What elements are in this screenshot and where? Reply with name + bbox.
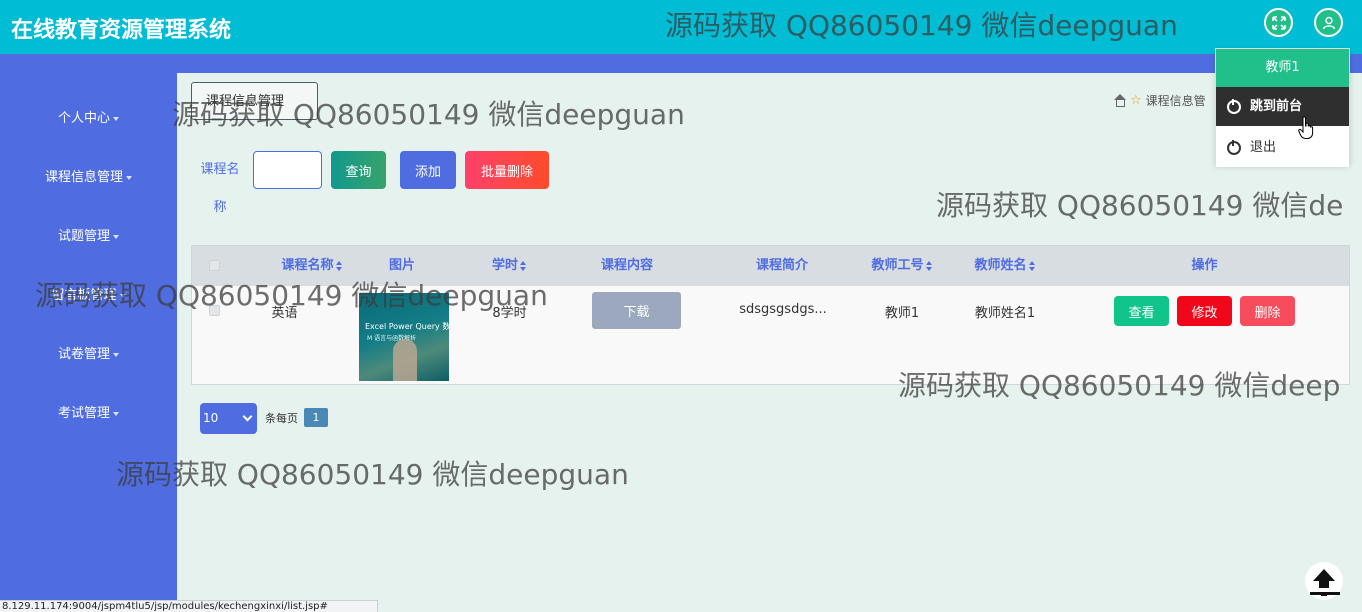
sidebar-item-course-info[interactable]: 课程信息管理 [0, 166, 177, 185]
col-teacher-name[interactable]: 教师姓名 [965, 246, 1045, 286]
breadcrumb: ☆ 课程信息管 [1113, 92, 1206, 109]
sort-icon [925, 260, 933, 271]
caret-down-icon [113, 352, 119, 357]
cover-title: Excel Power Query 数据 [365, 322, 449, 331]
go-to-frontend-item[interactable]: 跳到前台 [1216, 87, 1349, 126]
sidebar: 个人中心 课程信息管理 试题管理 留言板管理 试卷管理 考试管理 [0, 54, 177, 612]
edit-button[interactable]: 修改 [1177, 296, 1232, 326]
breadcrumb-current: 课程信息管 [1145, 94, 1206, 108]
add-button[interactable]: 添加 [400, 151, 456, 189]
caret-down-icon [113, 411, 119, 416]
caret-down-icon [119, 293, 126, 298]
cell-teacher-name: 教师姓名1 [974, 306, 1036, 321]
course-image[interactable]: Excel Power Query 数据 M 语言与函数解析 [359, 293, 449, 381]
per-page-label: 条每页 [265, 412, 298, 425]
user-icon[interactable] [1314, 8, 1343, 37]
search-label: 课程名称 [200, 162, 240, 215]
delete-button[interactable]: 删除 [1240, 296, 1295, 326]
home-icon[interactable] [1113, 94, 1126, 107]
col-teacher-id[interactable]: 教师工号 [862, 246, 942, 286]
page-number-current[interactable]: 1 [304, 408, 328, 427]
power-icon [1227, 99, 1241, 114]
logout-item[interactable]: 退出 [1216, 128, 1349, 167]
fullscreen-icon[interactable] [1264, 8, 1293, 37]
cell-summary: sdsgsgsdgs... [739, 302, 827, 317]
query-button[interactable]: 查询 [331, 151, 386, 189]
cover-figure [393, 339, 417, 381]
user-dropdown: 教师1 跳到前台 退出 [1215, 48, 1350, 167]
course-table: 课程名称 图片 学时 课程内容 课程简介 教师工号 教师姓名 操作 英语 Exc… [191, 245, 1350, 385]
app-title: 在线教育资源管理系统 [11, 18, 232, 43]
col-hours[interactable]: 学时 [472, 246, 547, 286]
hand-cursor-icon [1298, 116, 1314, 139]
col-actions: 操作 [1191, 258, 1218, 273]
caret-down-icon [113, 234, 119, 239]
course-name-input[interactable] [253, 151, 322, 189]
page-tab-course-info[interactable]: 课程信息管理 [191, 82, 318, 120]
cell-course-name: 英语 [271, 306, 298, 321]
power-icon [1227, 140, 1241, 155]
sort-icon [335, 260, 343, 271]
col-summary: 课程简介 [755, 258, 808, 273]
sidebar-item-papers[interactable]: 试卷管理 [0, 343, 177, 362]
accent-strip [0, 54, 1362, 73]
sort-icon [520, 260, 527, 271]
row-checkbox[interactable] [209, 305, 220, 316]
batch-delete-button[interactable]: 批量删除 [465, 151, 549, 189]
sort-icon [1028, 260, 1036, 271]
download-button[interactable]: 下载 [592, 292, 681, 329]
status-bar-url: 8.129.11.174:9004/jspm4tlu5/jsp/modules/… [0, 600, 378, 612]
dropdown-username: 教师1 [1216, 49, 1349, 87]
sidebar-item-message-board[interactable]: 留言板管理 [0, 284, 177, 303]
page-size-select[interactable]: 10 [200, 403, 257, 434]
table-header: 课程名称 图片 学时 课程内容 课程简介 教师工号 教师姓名 操作 [192, 246, 1349, 286]
top-bar: 在线教育资源管理系统 [0, 0, 1362, 54]
cell-teacher-id: 教师1 [884, 306, 920, 321]
col-image: 图片 [388, 258, 415, 273]
view-button[interactable]: 查看 [1114, 296, 1169, 326]
sidebar-item-questions[interactable]: 试题管理 [0, 225, 177, 244]
star-icon: ☆ [1130, 93, 1142, 108]
select-all-checkbox[interactable] [209, 260, 220, 271]
col-course-name[interactable]: 课程名称 [247, 246, 377, 286]
sidebar-item-exams[interactable]: 考试管理 [0, 402, 177, 421]
caret-down-icon [113, 116, 119, 121]
caret-down-icon [126, 175, 132, 180]
chevron-down-icon [242, 411, 253, 422]
sidebar-item-personal-center[interactable]: 个人中心 [0, 107, 177, 126]
col-content: 课程内容 [600, 258, 653, 273]
back-to-top-bar [1310, 592, 1340, 595]
cell-hours: 8学时 [492, 306, 527, 321]
